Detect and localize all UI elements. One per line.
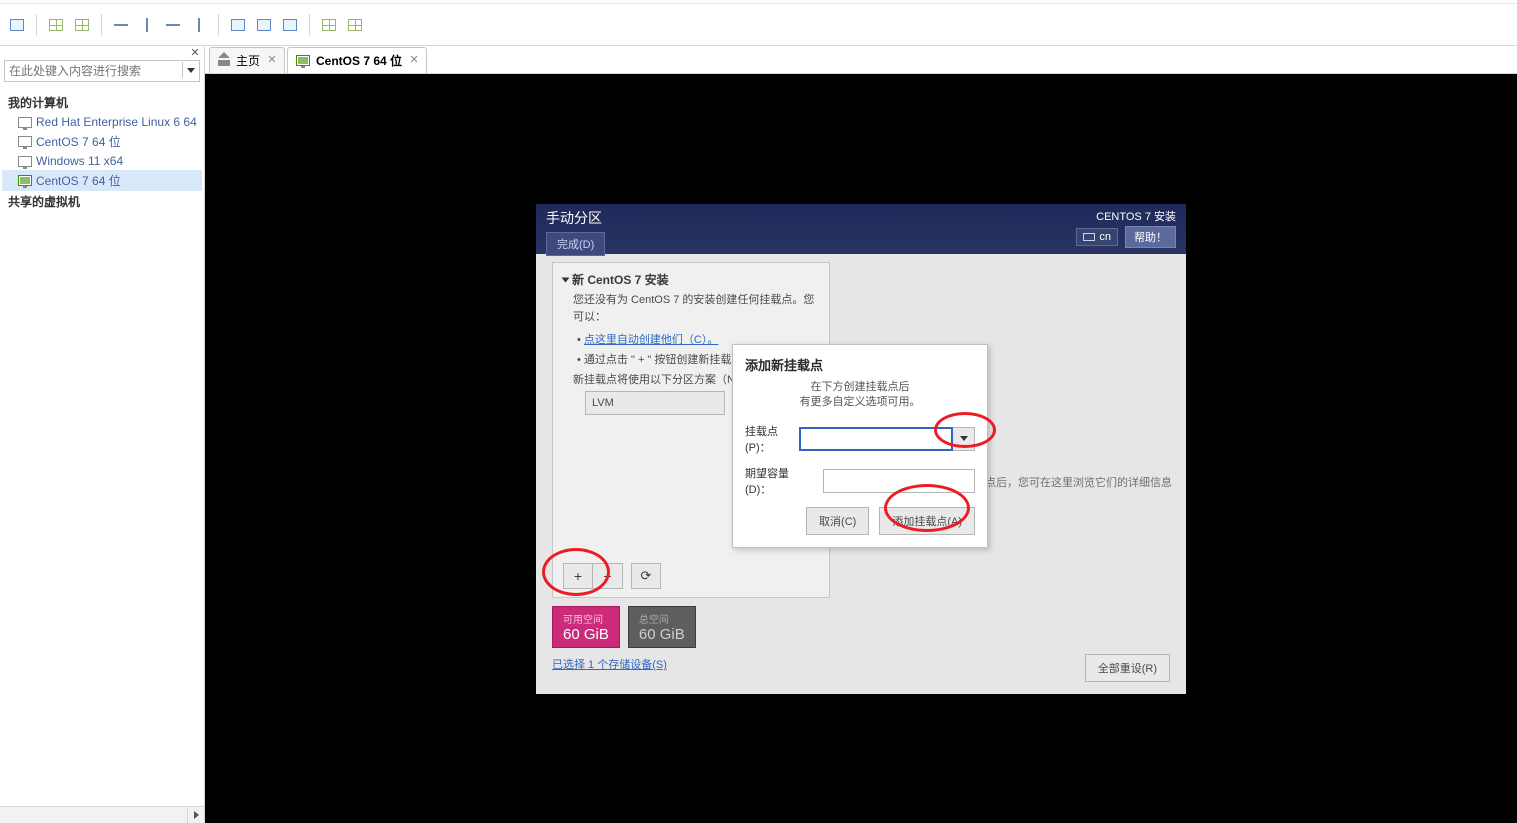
mount-point-label: 挂载点(P)：: [745, 423, 791, 455]
vm-tree: 我的计算机 Red Hat Enterprise Linux 6 64 Cent…: [0, 86, 204, 806]
monitor-on-icon: [296, 55, 310, 66]
mount-point-input[interactable]: [799, 427, 953, 451]
mount-point-dropdown[interactable]: [953, 427, 975, 451]
done-button[interactable]: 完成(D): [546, 232, 605, 256]
avail-label: 可用空间: [563, 611, 609, 626]
tree-vm-item[interactable]: Windows 11 x64: [2, 152, 202, 170]
home-icon: [218, 56, 230, 66]
capacity-label: 期望容量(D)：: [745, 465, 815, 497]
storage-link[interactable]: 已选择 1 个存储设备(S): [552, 656, 667, 672]
toolbar-btn-3[interactable]: [71, 14, 93, 36]
tree-vm-item[interactable]: CentOS 7 64 位: [2, 131, 202, 152]
add-mount-dialog: 添加新挂载点 在下方创建挂载点后 有更多自定义选项可用。 挂载点(P)：: [732, 344, 988, 548]
sidebar-scroll: [0, 806, 204, 823]
tree-item-label: CentOS 7 64 位: [36, 133, 121, 150]
search-dropdown[interactable]: [182, 62, 198, 78]
tree-root-my-computer[interactable]: 我的计算机: [2, 92, 202, 113]
total-label: 总空间: [639, 611, 685, 626]
toolbar-btn-10[interactable]: [279, 14, 301, 36]
toolbar: [0, 4, 1517, 46]
tab-label: 主页: [236, 52, 260, 69]
toolbar-btn-8[interactable]: [227, 14, 249, 36]
capacity-input[interactable]: [823, 469, 975, 493]
refresh-button[interactable]: ⟳: [631, 563, 661, 589]
detail-hint: 载点后，您可在这里浏览它们的详细信息: [974, 474, 1172, 490]
toolbar-btn-6[interactable]: [162, 14, 184, 36]
toolbar-btn-new[interactable]: [6, 14, 28, 36]
tab-close[interactable]: ✕: [408, 54, 420, 66]
search-input[interactable]: [4, 60, 200, 82]
vm-screen: 手动分区 完成(D) CENTOS 7 安装 cn 帮助！: [536, 204, 1186, 694]
tab-close[interactable]: ✕: [266, 54, 278, 66]
sidebar-scroll-right[interactable]: [187, 808, 204, 823]
vm-display[interactable]: 手动分区 完成(D) CENTOS 7 安装 cn 帮助！: [205, 74, 1517, 823]
install-label: CENTOS 7 安装: [1076, 208, 1176, 224]
help-button[interactable]: 帮助！: [1125, 226, 1176, 248]
toolbar-btn-4[interactable]: [110, 14, 132, 36]
tabs: 主页 ✕ CentOS 7 64 位 ✕: [205, 46, 1517, 74]
monitor-icon: [18, 117, 32, 128]
auto-create-link[interactable]: 点这里自动创建他们（C）。: [584, 334, 718, 346]
anaconda-body: 新 CentOS 7 安装 您还没有为 CentOS 7 的安装创建任何挂载点。…: [536, 254, 1186, 694]
keyboard-selector[interactable]: cn: [1076, 228, 1118, 246]
dialog-msg: 在下方创建挂载点后 有更多自定义选项可用。: [745, 380, 975, 411]
toolbar-btn-5[interactable]: [136, 14, 158, 36]
toolbar-btn-2[interactable]: [45, 14, 67, 36]
tree-item-label: Red Hat Enterprise Linux 6 64: [36, 115, 197, 129]
tree-vm-item-selected[interactable]: CentOS 7 64 位: [2, 170, 202, 191]
tree-item-label: Windows 11 x64: [36, 154, 123, 168]
keyboard-value: cn: [1099, 231, 1111, 243]
refresh-icon: ⟳: [641, 568, 652, 584]
tab-vm[interactable]: CentOS 7 64 位 ✕: [287, 47, 427, 73]
monitor-on-icon: [18, 175, 32, 186]
keyboard-icon: [1083, 233, 1095, 241]
no-mount-msg: 您还没有为 CentOS 7 的安装创建任何挂载点。您可以：: [573, 292, 819, 325]
monitor-icon: [18, 156, 32, 167]
remove-mount-button[interactable]: −: [593, 563, 623, 589]
sidebar-close[interactable]: ✕: [188, 46, 202, 60]
toolbar-btn-11[interactable]: [318, 14, 340, 36]
toolbar-btn-9[interactable]: [253, 14, 275, 36]
total-value: 60 GiB: [639, 626, 685, 643]
avail-value: 60 GiB: [563, 626, 609, 643]
tree-vm-item[interactable]: Red Hat Enterprise Linux 6 64: [2, 113, 202, 131]
scheme-select[interactable]: LVM: [585, 391, 725, 415]
monitor-icon: [18, 136, 32, 147]
toolbar-btn-7[interactable]: [188, 14, 210, 36]
page-title: 手动分区: [546, 208, 605, 228]
add-mount-button[interactable]: +: [563, 563, 593, 589]
toolbar-btn-12[interactable]: [344, 14, 366, 36]
tab-label: CentOS 7 64 位: [316, 52, 402, 69]
available-space-box: 可用空间 60 GiB: [552, 606, 620, 648]
total-space-box: 总空间 60 GiB: [628, 606, 696, 648]
add-mount-point-button[interactable]: 添加挂载点(A): [879, 507, 975, 535]
sidebar: ✕ 我的计算机 Red Hat Enterprise Linux 6 64 Ce…: [0, 46, 205, 823]
dialog-title: 添加新挂载点: [745, 355, 975, 374]
reset-all-button[interactable]: 全部重设(R): [1085, 654, 1170, 682]
cancel-button[interactable]: 取消(C): [806, 507, 869, 535]
anaconda-header: 手动分区 完成(D) CENTOS 7 安装 cn 帮助！: [536, 204, 1186, 254]
scheme-value: LVM: [592, 397, 614, 409]
tab-home[interactable]: 主页 ✕: [209, 47, 285, 73]
tree-root-shared[interactable]: 共享的虚拟机: [2, 191, 202, 212]
section-heading[interactable]: 新 CentOS 7 安装: [563, 271, 819, 288]
tree-item-label: CentOS 7 64 位: [36, 172, 121, 189]
expand-arrow-icon: [562, 277, 570, 282]
